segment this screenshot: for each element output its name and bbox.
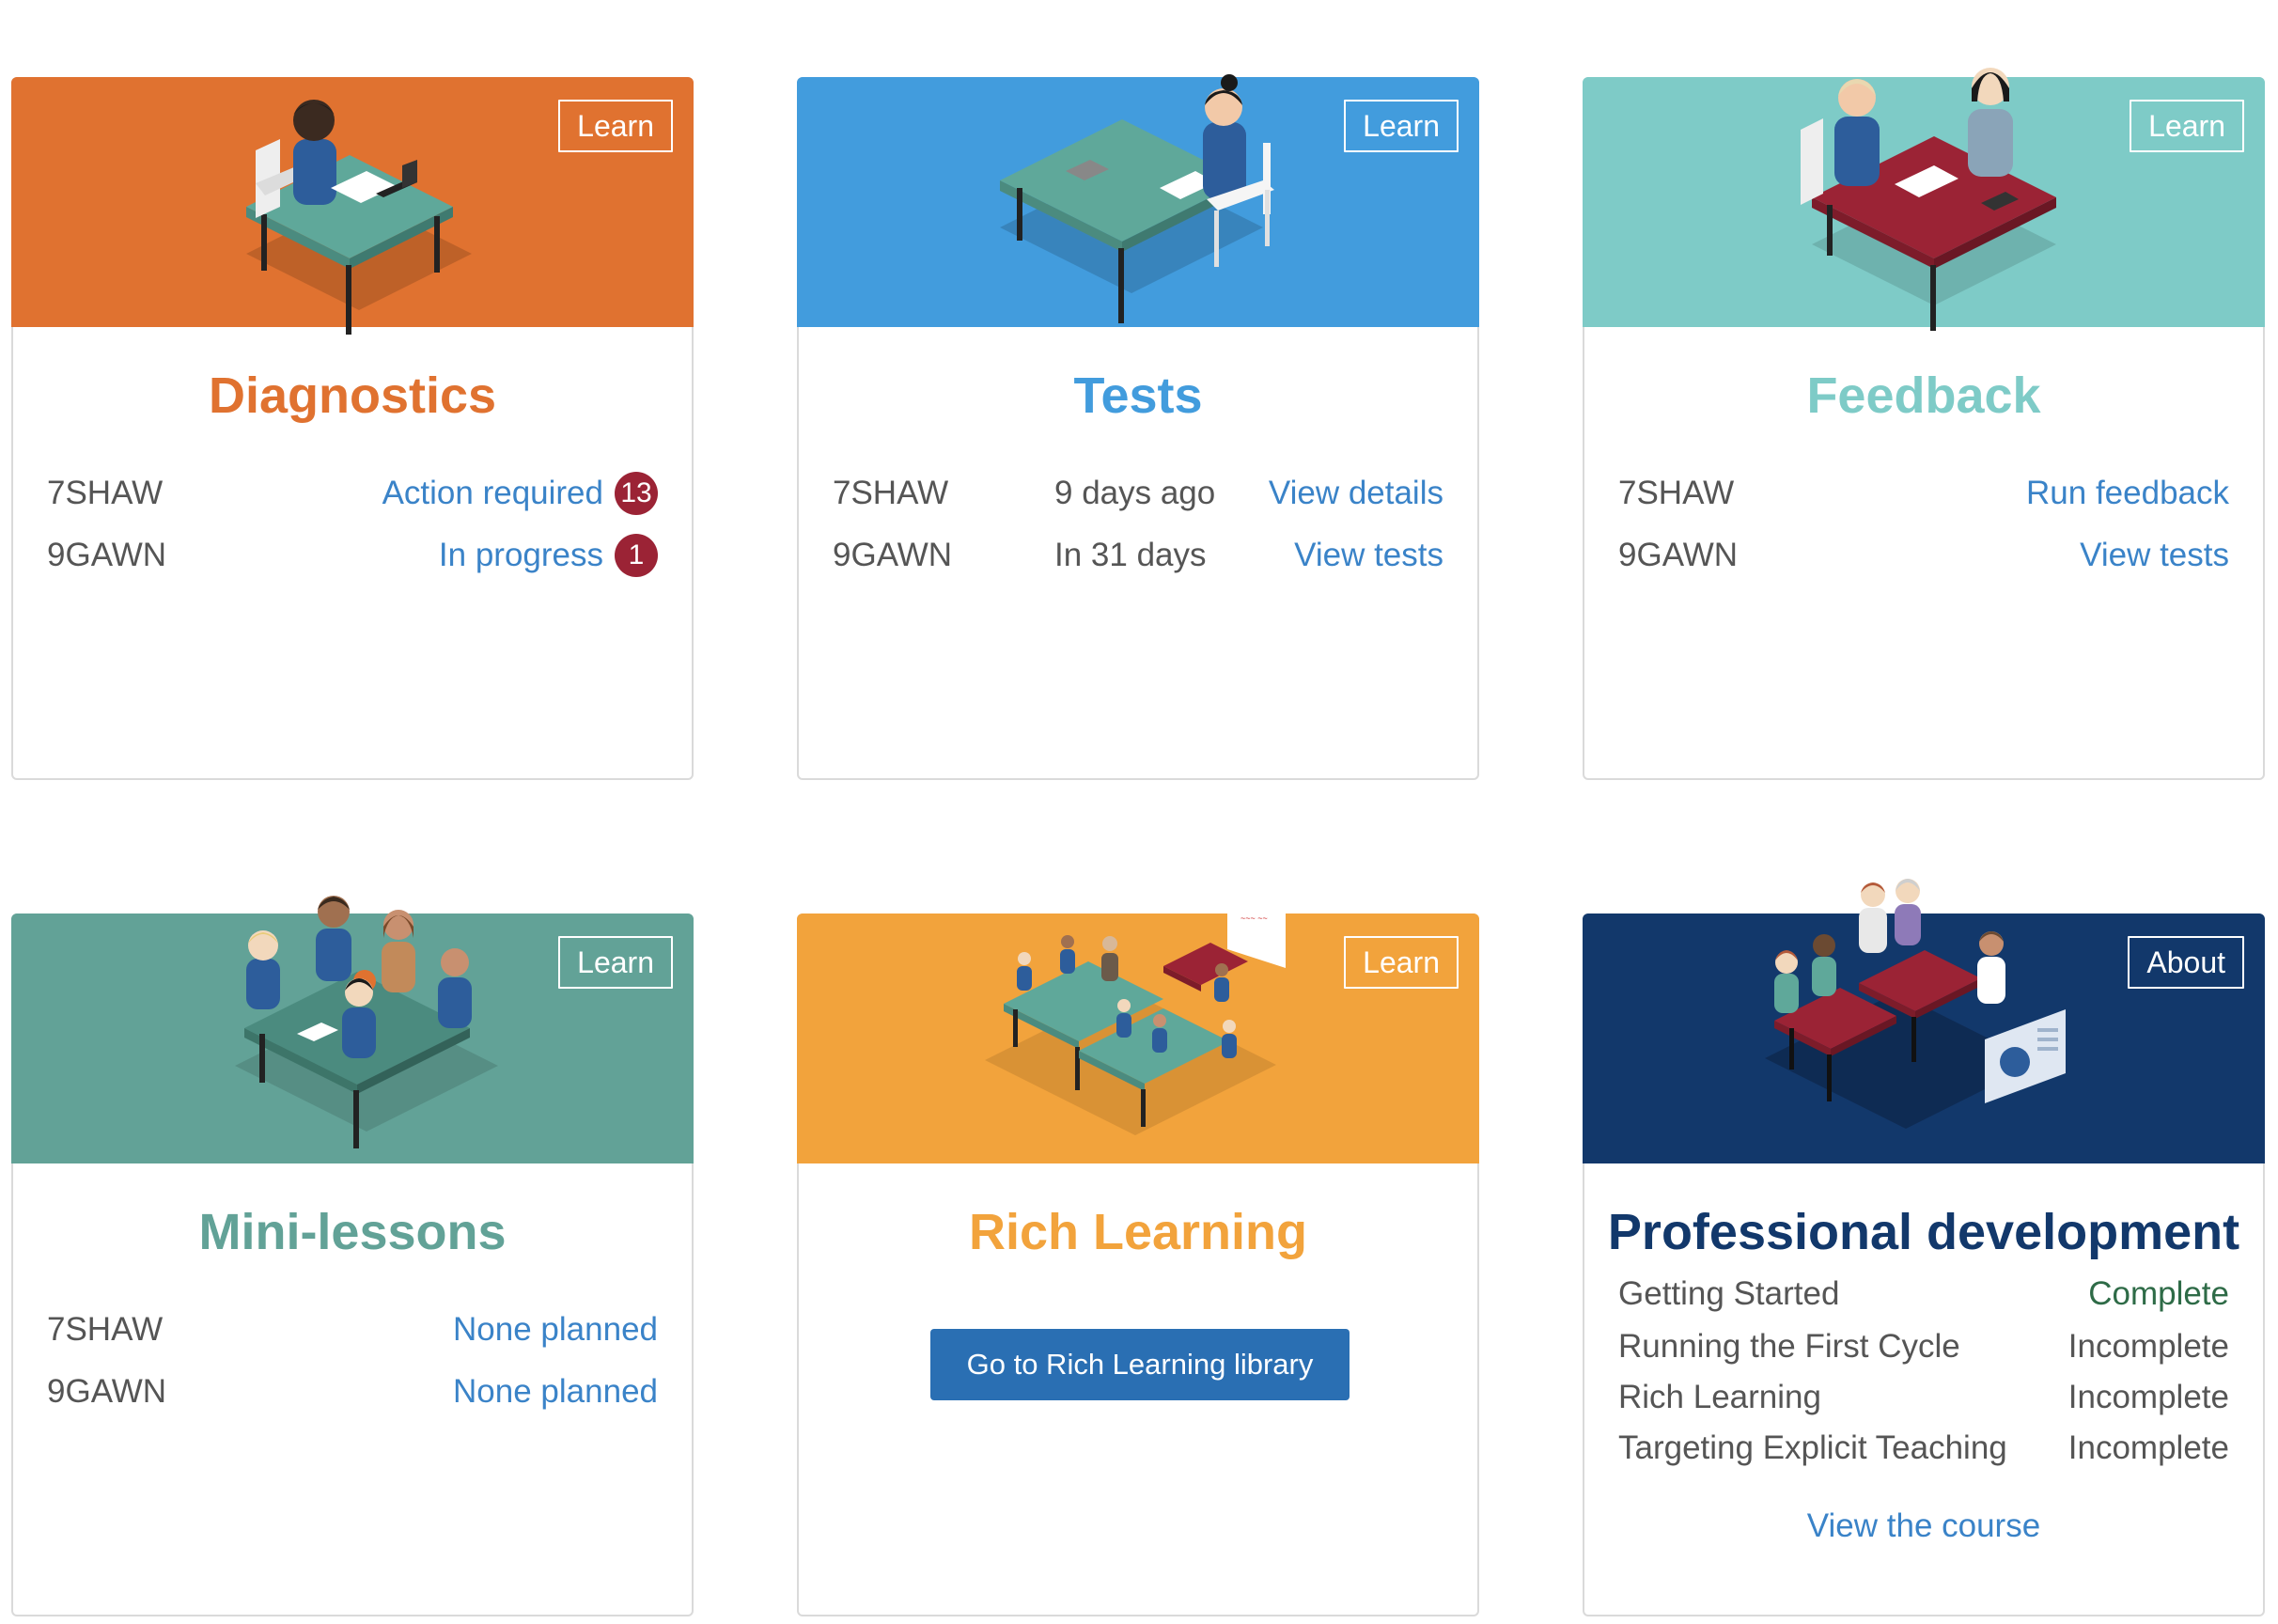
tests-row: 9GAWN In 31 days View tests — [833, 532, 1443, 579]
view-details-link[interactable]: View details — [1269, 470, 1443, 517]
feedback-banner: Learn — [1583, 68, 2265, 331]
module-status: Incomplete — [2067, 1379, 2229, 1415]
mini-lessons-banner: Learn — [11, 896, 694, 1163]
count-badge: 1 — [615, 534, 658, 577]
class-name: 7SHAW — [1618, 475, 1735, 511]
class-name: 7SHAW — [833, 475, 949, 511]
class-name: 7SHAW — [47, 1311, 164, 1348]
mini-lessons-title: Mini-lessons — [198, 1204, 507, 1260]
module-status: Complete — [2088, 1275, 2229, 1312]
diagnostics-row: 9GAWN In progress 1 — [47, 532, 658, 579]
module-name: Targeting Explicit Teaching — [1618, 1429, 2007, 1466]
professional-development-about-button[interactable]: About — [2128, 936, 2244, 989]
feedback-row: 9GAWN View tests — [1618, 532, 2229, 579]
view-course-link[interactable]: View the course — [1584, 1507, 2263, 1545]
student-taking-test-illustration — [1000, 74, 1274, 323]
class-name: 9GAWN — [47, 1373, 167, 1410]
professional-development-banner: About — [1583, 879, 2265, 1163]
diagnostics-card: Learn Diagnostics 7SHAW Action required … — [11, 77, 694, 780]
feedback-row: 7SHAW Run feedback — [1618, 470, 2229, 517]
module-name: Getting Started — [1618, 1275, 1840, 1312]
teacher-at-desk-illustration — [246, 100, 472, 335]
mini-lessons-learn-button[interactable]: Learn — [558, 936, 673, 989]
class-name: 9GAWN — [47, 537, 167, 573]
classroom-illustration: ~~~ ~~ — [985, 891, 1286, 1135]
professional-development-card: About Professional development Getting S… — [1583, 879, 2265, 1616]
feedback-card: Learn Feedback 7SHAW Run feedback 9GAWN … — [1583, 68, 2265, 780]
diagnostics-learn-button[interactable]: Learn — [558, 100, 673, 152]
pd-module-row: Rich Learning Incomplete — [1618, 1374, 2229, 1421]
rich-learning-title: Rich Learning — [968, 1204, 1308, 1260]
in-progress-link[interactable]: In progress — [439, 532, 603, 579]
staff-meeting-illustration — [1765, 879, 2066, 1129]
class-name: 9GAWN — [833, 537, 953, 573]
test-timing: 9 days ago — [1054, 475, 1216, 511]
rich-learning-card: ~~~ ~~ Learn Rich Learning Go to Rich Le… — [797, 891, 1479, 1616]
pd-module-row: Getting Started Complete — [1618, 1271, 2229, 1318]
feedback-title: Feedback — [1806, 367, 2041, 424]
professional-development-title: Professional development — [1607, 1204, 2240, 1260]
module-status: Incomplete — [2067, 1429, 2229, 1466]
module-name: Running the First Cycle — [1618, 1328, 1960, 1365]
view-tests-link[interactable]: View tests — [2080, 532, 2229, 579]
tests-card: Learn Tests 7SHAW 9 days ago View detail… — [797, 74, 1479, 780]
pd-module-row: Targeting Explicit Teaching Incomplete — [1618, 1425, 2229, 1472]
teacher-student-feedback-illustration — [1801, 68, 2056, 331]
diagnostics-title: Diagnostics — [208, 367, 497, 424]
mini-lessons-row: 9GAWN None planned — [47, 1368, 658, 1415]
diagnostics-row: 7SHAW Action required 13 — [47, 470, 658, 517]
none-planned-link[interactable]: None planned — [453, 1368, 658, 1415]
count-badge: 13 — [615, 472, 658, 515]
rich-learning-learn-button[interactable]: Learn — [1344, 936, 1459, 989]
run-feedback-link[interactable]: Run feedback — [2026, 470, 2229, 517]
svg-text:~~~ ~~: ~~~ ~~ — [1240, 914, 1268, 923]
test-timing: In 31 days — [1054, 537, 1207, 573]
tests-learn-button[interactable]: Learn — [1344, 100, 1459, 152]
tests-row: 7SHAW 9 days ago View details — [833, 470, 1443, 517]
pd-module-row: Running the First Cycle Incomplete — [1618, 1323, 2229, 1370]
tests-title: Tests — [1073, 367, 1203, 424]
view-tests-link[interactable]: View tests — [1294, 532, 1443, 579]
module-name: Rich Learning — [1618, 1379, 1821, 1415]
class-name: 7SHAW — [47, 475, 164, 511]
mini-lessons-card: Learn Mini-lessons 7SHAW None planned 9G… — [11, 896, 694, 1616]
diagnostics-banner: Learn — [11, 77, 694, 335]
module-status: Incomplete — [2067, 1328, 2229, 1365]
action-required-link[interactable]: Action required — [382, 470, 603, 517]
group-lesson-illustration — [235, 896, 498, 1148]
class-name: 9GAWN — [1618, 537, 1739, 573]
mini-lessons-row: 7SHAW None planned — [47, 1306, 658, 1353]
rich-learning-library-button[interactable]: Go to Rich Learning library — [930, 1329, 1350, 1400]
tests-banner: Learn — [797, 74, 1479, 327]
feedback-learn-button[interactable]: Learn — [2130, 100, 2244, 152]
none-planned-link[interactable]: None planned — [453, 1306, 658, 1353]
rich-learning-banner: ~~~ ~~ Learn — [797, 891, 1479, 1163]
